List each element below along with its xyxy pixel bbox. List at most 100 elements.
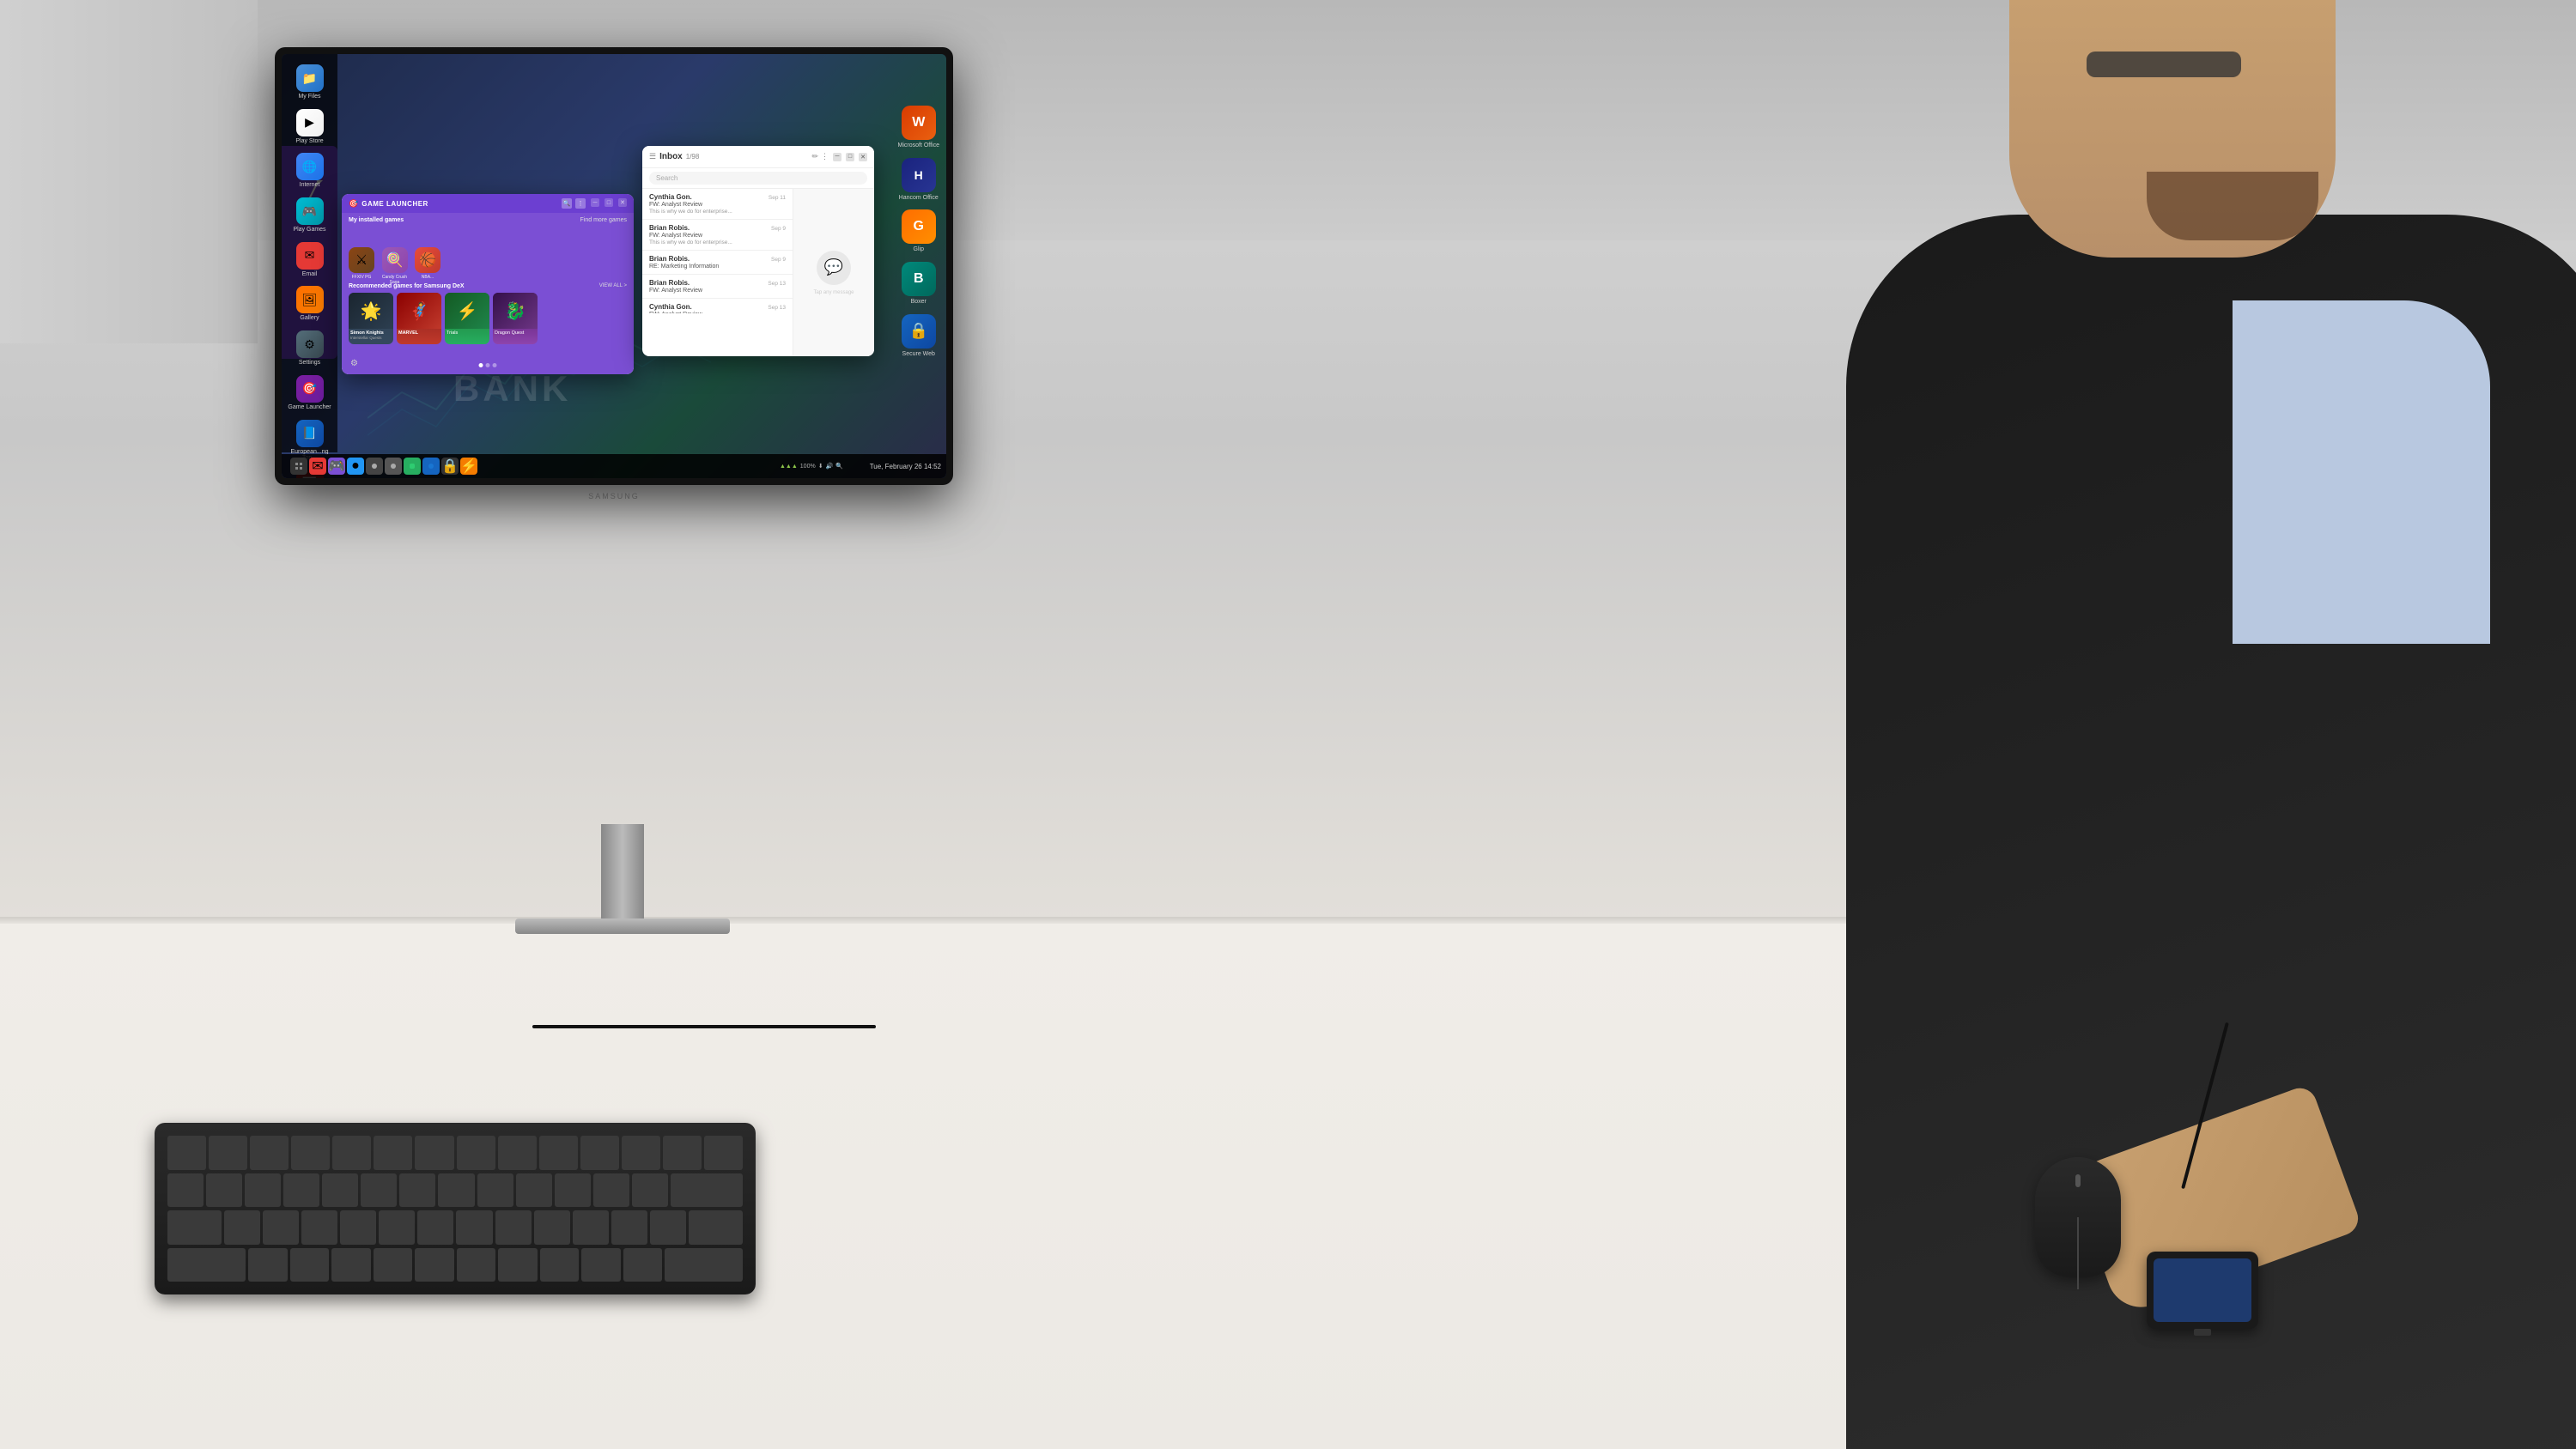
key-slash[interactable] — [623, 1248, 663, 1282]
key-lbracket[interactable] — [611, 1210, 647, 1245]
key-period[interactable] — [581, 1248, 621, 1282]
email-maximize-btn[interactable]: □ — [846, 153, 854, 161]
window-search-btn[interactable]: 🔍 — [562, 198, 572, 209]
sidebar-item-play-store[interactable]: ▶ Play Store — [284, 106, 336, 149]
taskbar-launcher-icon[interactable]: 🎮 — [328, 458, 345, 475]
email-item-4[interactable]: Brian Robis. Sep 13 FW: Analyst Review — [642, 275, 793, 299]
key-3[interactable] — [283, 1173, 319, 1208]
email-edit-icon[interactable]: ✏ — [811, 152, 818, 161]
email-item-2[interactable]: Brian Robis. Sep 9 FW: Analyst Review Th… — [642, 220, 793, 251]
taskbar-grid-icon[interactable] — [290, 458, 307, 475]
key-rbracket[interactable] — [650, 1210, 686, 1245]
key-5[interactable] — [361, 1173, 397, 1208]
taskbar-chrome-icon[interactable]: ● — [347, 458, 364, 475]
key-tab[interactable] — [167, 1210, 222, 1245]
key-f4[interactable] — [332, 1136, 371, 1170]
key-4[interactable] — [322, 1173, 358, 1208]
email-item-5[interactable]: Cynthia Gon. Sep 13 FW: Analyst Review — [642, 299, 793, 313]
right-app-hancom[interactable]: H Hancom Office — [899, 158, 939, 202]
key-7[interactable] — [438, 1173, 474, 1208]
key-b[interactable] — [415, 1248, 454, 1282]
sidebar-item-game-launcher[interactable]: 🎯 Game Launcher — [284, 372, 336, 415]
key-i[interactable] — [495, 1210, 532, 1245]
taskbar-item-6[interactable]: ⚡ — [460, 458, 477, 475]
key-e[interactable] — [301, 1210, 337, 1245]
sidebar-item-internet[interactable]: 🌐 Internet — [284, 149, 336, 192]
key-f11[interactable] — [622, 1136, 660, 1170]
launcher-settings-icon[interactable]: ⚙ — [350, 359, 361, 369]
key-comma[interactable] — [540, 1248, 580, 1282]
taskbar-email-icon[interactable]: ✉ — [309, 458, 326, 475]
window-close-btn[interactable]: ✕ — [618, 198, 627, 207]
key-del[interactable] — [704, 1136, 743, 1170]
key-u[interactable] — [456, 1210, 492, 1245]
sidebar-item-settings[interactable]: ⚙ Settings — [284, 327, 336, 370]
rec-game-3[interactable]: ⚡ Trials — [445, 293, 489, 344]
email-item-1[interactable]: Cynthia Gon. Sep 11 FW: Analyst Review T… — [642, 189, 793, 220]
key-q[interactable] — [224, 1210, 260, 1245]
key-t[interactable] — [379, 1210, 415, 1245]
sidebar-item-my-files[interactable]: 📁 My Files — [284, 61, 336, 104]
key-f2[interactable] — [250, 1136, 289, 1170]
key-backspace[interactable] — [671, 1173, 743, 1208]
window-maximize-btn[interactable]: □ — [605, 198, 613, 207]
sidebar-item-gallery[interactable]: 🖼 Gallery — [284, 282, 336, 325]
sidebar-item-play-games[interactable]: 🎮 Play Games — [284, 194, 336, 237]
right-app-secureweb[interactable]: 🔒 Secure Web — [902, 314, 936, 358]
window-minimize-btn[interactable]: ─ — [591, 198, 599, 207]
key-w[interactable] — [263, 1210, 299, 1245]
key-f10[interactable] — [580, 1136, 619, 1170]
key-backtick[interactable] — [167, 1173, 204, 1208]
email-search-input[interactable]: Search — [649, 172, 867, 185]
key-f3[interactable] — [291, 1136, 330, 1170]
view-all-link[interactable]: VIEW ALL > — [599, 283, 627, 289]
mouse-scroll-wheel[interactable] — [2077, 1217, 2079, 1289]
key-2[interactable] — [245, 1173, 281, 1208]
key-6[interactable] — [399, 1173, 435, 1208]
key-p[interactable] — [573, 1210, 609, 1245]
key-f8[interactable] — [498, 1136, 537, 1170]
key-f9[interactable] — [539, 1136, 578, 1170]
email-more-icon[interactable]: ⋮ — [821, 152, 829, 161]
key-o[interactable] — [534, 1210, 570, 1245]
search-taskbar-icon[interactable]: 🔍 — [835, 463, 843, 470]
key-c[interactable] — [331, 1248, 371, 1282]
key-return[interactable] — [689, 1210, 743, 1245]
right-app-glip[interactable]: G Glip — [902, 209, 936, 253]
key-f12[interactable] — [663, 1136, 702, 1170]
key-esc[interactable] — [167, 1136, 206, 1170]
key-f6[interactable] — [415, 1136, 453, 1170]
right-app-boxer[interactable]: B Boxer — [902, 262, 936, 306]
key-shift-r[interactable] — [665, 1248, 743, 1282]
game-item-ffxiv[interactable]: ⚔ FFXIV PG — [349, 247, 374, 285]
taskbar-item-3[interactable] — [404, 458, 421, 475]
key-f5[interactable] — [374, 1136, 412, 1170]
keyboard[interactable] — [155, 1123, 756, 1294]
key-minus[interactable] — [593, 1173, 629, 1208]
game-item-candy[interactable]: 🍭 Candy Crush Saga — [380, 247, 410, 285]
key-m[interactable] — [498, 1248, 538, 1282]
window-menu-btn[interactable]: ⋮ — [575, 198, 586, 209]
key-1[interactable] — [206, 1173, 242, 1208]
taskbar-item-5[interactable]: 🔒 — [441, 458, 459, 475]
game-item-nba[interactable]: 🏀 NBA... — [415, 247, 440, 285]
key-shift-l[interactable] — [167, 1248, 246, 1282]
sidebar-item-email[interactable]: ✉ Email — [284, 239, 336, 282]
taskbar-item-4[interactable] — [422, 458, 440, 475]
rec-game-marvel[interactable]: 🦸 MARVEL — [397, 293, 441, 344]
computer-mouse[interactable] — [2035, 1157, 2121, 1277]
key-f7[interactable] — [457, 1136, 495, 1170]
email-item-3[interactable]: Brian Robis. Sep 9 RE: Marketing Informa… — [642, 251, 793, 275]
key-n[interactable] — [457, 1248, 496, 1282]
find-more-label[interactable]: Find more games — [580, 217, 627, 223]
key-v[interactable] — [374, 1248, 413, 1282]
key-z[interactable] — [248, 1248, 288, 1282]
email-minimize-btn[interactable]: ─ — [833, 153, 841, 161]
key-0[interactable] — [555, 1173, 591, 1208]
taskbar-item-1[interactable] — [366, 458, 383, 475]
rec-game-simon[interactable]: 🌟 Simon Knights Interstellar Quests — [349, 293, 393, 344]
key-y[interactable] — [417, 1210, 453, 1245]
key-equals[interactable] — [632, 1173, 668, 1208]
key-f1[interactable] — [209, 1136, 247, 1170]
rec-game-4[interactable]: 🐉 Dragon Quest — [493, 293, 538, 344]
